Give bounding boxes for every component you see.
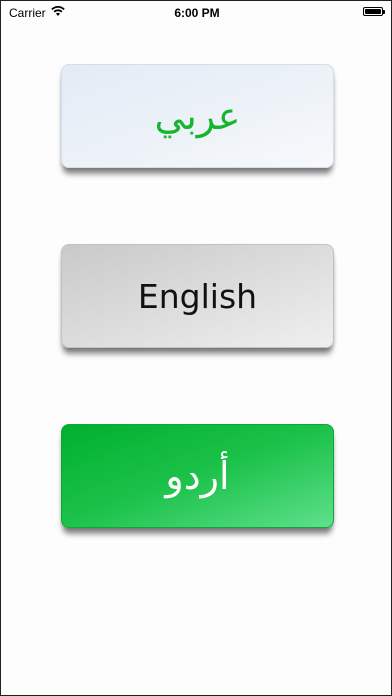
battery-icon <box>363 7 385 16</box>
arabic-language-label: عربي <box>154 94 241 138</box>
english-language-label: English <box>137 276 258 316</box>
urdu-language-label: أردو <box>165 454 230 498</box>
screen-frame: Carrier 6:00 PM عربي English أردو <box>0 0 392 696</box>
status-time: 6:00 PM <box>174 6 220 20</box>
status-bar: Carrier 6:00 PM <box>1 1 392 23</box>
arabic-language-button[interactable]: عربي <box>61 64 334 168</box>
english-language-button[interactable]: English <box>61 244 334 348</box>
urdu-language-button[interactable]: أردو <box>61 424 334 528</box>
